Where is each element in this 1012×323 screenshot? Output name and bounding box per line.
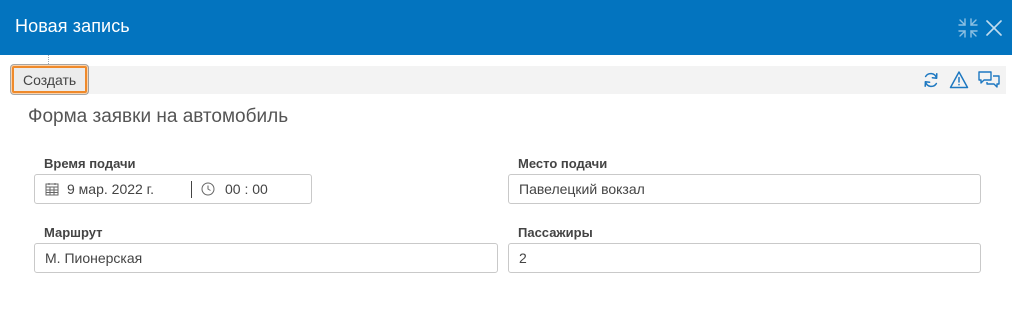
chat-icon[interactable] (978, 70, 1000, 90)
time-label: Время подачи (44, 156, 136, 171)
focus-guide-line (48, 55, 49, 66)
passengers-label: Пассажиры (518, 225, 593, 240)
warning-icon[interactable] (949, 70, 969, 90)
time-value[interactable]: 00 : 00 (225, 175, 268, 203)
clock-icon[interactable] (201, 182, 215, 196)
place-input[interactable]: Павелецкий вокзал (508, 174, 981, 204)
route-input[interactable]: М. Пионерская (34, 243, 498, 273)
action-toolbar (12, 66, 1006, 94)
compress-icon[interactable] (958, 18, 978, 38)
create-button[interactable]: Создать (12, 66, 88, 93)
window-titlebar (0, 0, 1012, 55)
date-value[interactable]: 9 мар. 2022 г. (67, 175, 154, 203)
refresh-icon[interactable] (921, 70, 941, 90)
datetime-field[interactable]: 9 мар. 2022 г. 00 : 00 (34, 174, 312, 204)
passengers-input[interactable]: 2 (508, 243, 981, 273)
close-icon[interactable] (984, 18, 1004, 38)
form-title: Форма заявки на автомобиль (28, 106, 289, 127)
window-title: Новая запись (15, 16, 130, 36)
datetime-separator (191, 181, 192, 198)
calendar-icon[interactable] (45, 182, 59, 196)
place-label: Место подачи (518, 156, 608, 171)
route-label: Маршрут (44, 225, 103, 240)
